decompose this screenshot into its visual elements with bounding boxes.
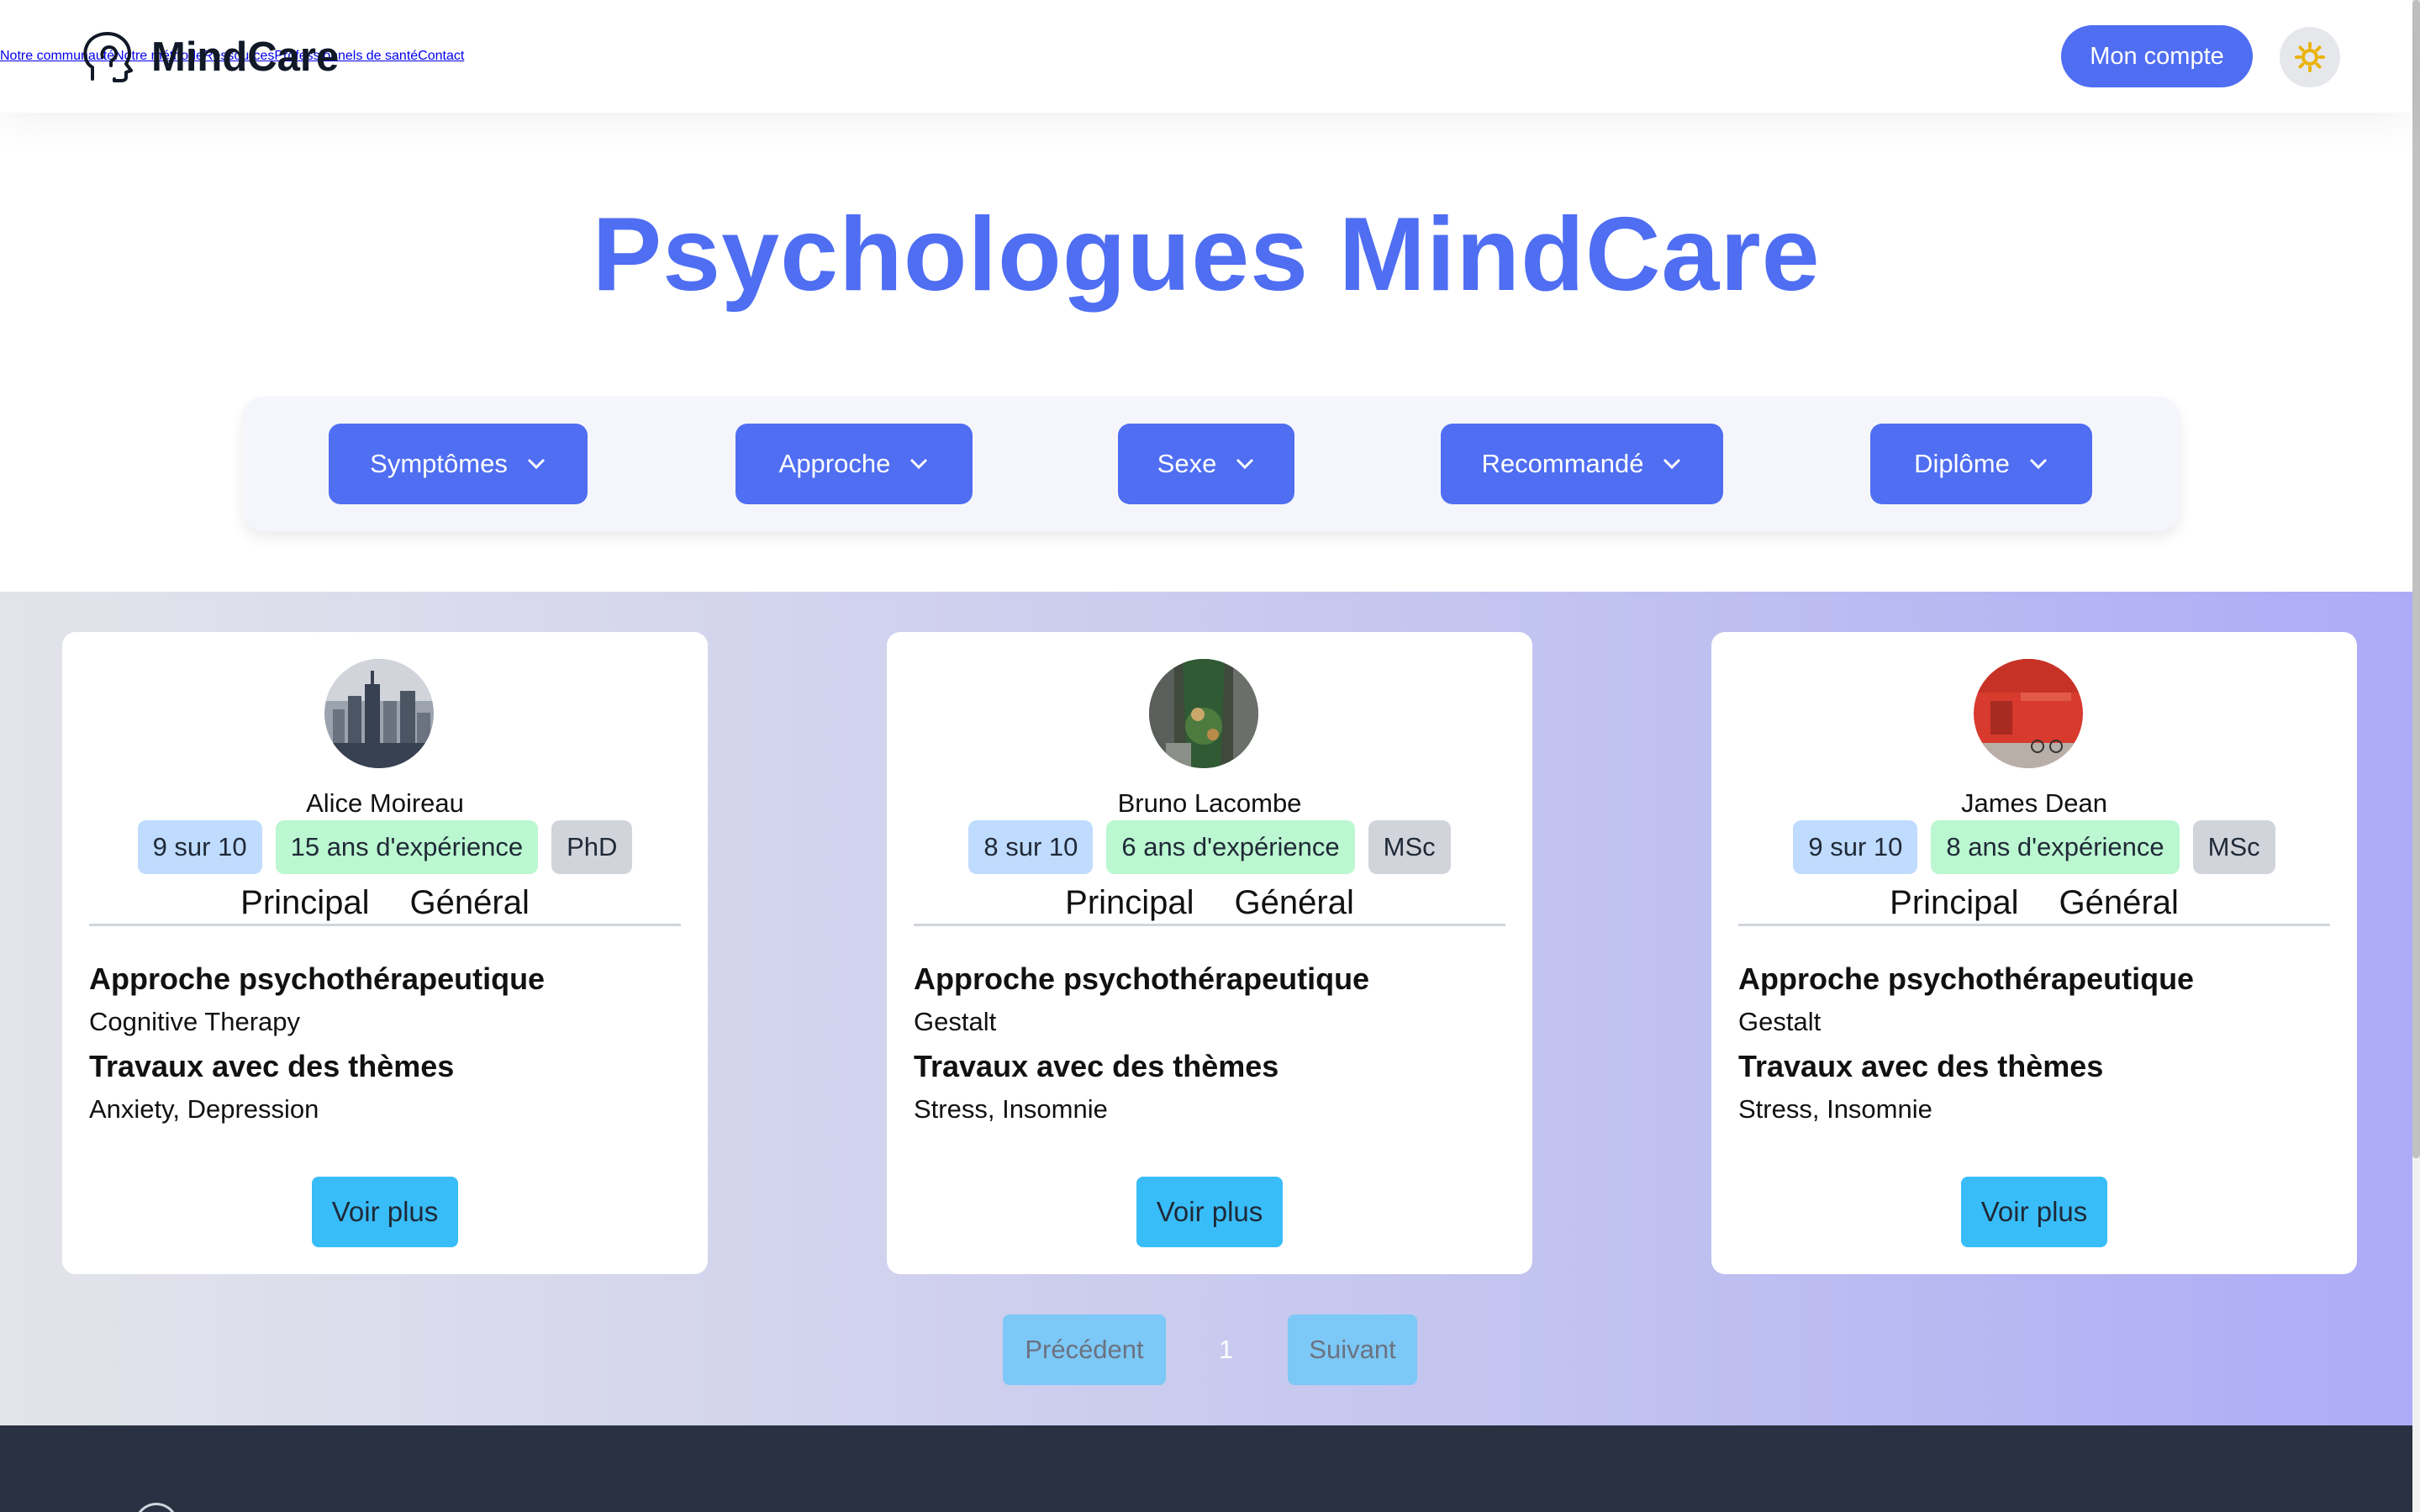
filter-sex-dropdown[interactable]: Sexe <box>1118 424 1294 504</box>
rating-badge: 9 sur 10 <box>1793 820 1918 874</box>
tag-row: 9 sur 10 8 ans d'expérience MSc <box>1711 820 2357 874</box>
themes-heading: Travaux avec des thèmes <box>1738 1049 2104 1083</box>
tab-general[interactable]: Général <box>410 884 530 924</box>
filter-bar: Symptômes Approche Sexe Recommandé Diplô… <box>242 397 2180 531</box>
rating-badge: 9 sur 10 <box>137 820 262 874</box>
approach-heading: Approche psychothérapeutique <box>1738 961 2195 996</box>
themes-value: Stress, Insomnie <box>914 1094 1108 1124</box>
psychologist-card: Bruno Lacombe 8 sur 10 6 ans d'expérienc… <box>887 632 1532 1274</box>
head-profile-icon <box>83 32 133 82</box>
next-page-button[interactable]: Suivant <box>1288 1314 1417 1385</box>
themes-heading: Travaux avec des thèmes <box>89 1049 455 1083</box>
see-more-button[interactable]: Voir plus <box>1961 1177 2107 1247</box>
filter-degree-dropdown[interactable]: Diplôme <box>1870 424 2092 504</box>
tab-general[interactable]: Général <box>2059 884 2179 924</box>
chevron-down-icon <box>527 458 545 470</box>
filter-symptoms-dropdown[interactable]: Symptômes <box>329 424 588 504</box>
see-more-button[interactable]: Voir plus <box>312 1177 458 1247</box>
chevron-down-icon <box>910 458 928 470</box>
chevron-down-icon <box>1236 458 1254 470</box>
psychologist-card: Alice Moireau 9 sur 10 15 ans d'expérien… <box>62 632 708 1274</box>
chevron-down-icon <box>2029 458 2047 470</box>
approach-heading: Approche psychothérapeutique <box>914 961 1370 996</box>
chevron-down-icon <box>1663 458 1681 470</box>
psychologist-list-section: Alice Moireau 9 sur 10 15 ans d'expérien… <box>0 592 2412 1425</box>
account-button[interactable]: Mon compte <box>2061 25 2253 87</box>
previous-page-button[interactable]: Précédent <box>1003 1314 1166 1385</box>
psychologist-name: James Dean <box>1960 788 2108 818</box>
card-tabs: Principal Général <box>1738 884 2330 926</box>
avatar <box>1974 659 2083 768</box>
filter-label: Diplôme <box>1914 449 2010 478</box>
approach-value: Gestalt <box>914 1007 997 1036</box>
tag-row: 8 sur 10 6 ans d'expérience MSc <box>887 820 1532 874</box>
psychologist-name: Alice Moireau <box>306 788 464 818</box>
degree-badge: MSc <box>2192 820 2275 874</box>
filter-label: Symptômes <box>370 449 508 478</box>
footer-logo-icon <box>134 1503 178 1512</box>
tag-row: 9 sur 10 15 ans d'expérience PhD <box>62 820 708 874</box>
card-tabs: Principal Général <box>89 884 681 926</box>
footer <box>0 1425 2412 1512</box>
top-navbar: MindCare Notre communauté Notre méthode … <box>0 0 2412 113</box>
brand-name: MindCare <box>151 34 340 80</box>
themes-value: Stress, Insomnie <box>1738 1094 1932 1124</box>
filter-label: Recommandé <box>1481 449 1644 478</box>
themes-heading: Travaux avec des thèmes <box>914 1049 1279 1083</box>
degree-badge: MSc <box>1368 820 1451 874</box>
tab-principal[interactable]: Principal <box>1065 884 1194 924</box>
avatar <box>1149 659 1258 768</box>
theme-toggle-button[interactable] <box>2280 27 2340 87</box>
experience-badge: 15 ans d'expérience <box>275 820 539 874</box>
filter-recommended-dropdown[interactable]: Recommandé <box>1441 424 1723 504</box>
tab-principal[interactable]: Principal <box>1890 884 2018 924</box>
tab-principal[interactable]: Principal <box>240 884 369 924</box>
degree-badge: PhD <box>551 820 633 874</box>
approach-heading: Approche psychothérapeutique <box>89 961 546 996</box>
experience-badge: 6 ans d'expérience <box>1106 820 1355 874</box>
filter-label: Approche <box>778 449 891 478</box>
approach-value: Cognitive Therapy <box>89 1007 301 1036</box>
approach-value: Gestalt <box>1738 1007 1822 1036</box>
filter-approach-dropdown[interactable]: Approche <box>735 424 973 504</box>
nav-link-contact[interactable]: Contact <box>418 49 464 64</box>
page-title: Psychologues MindCare <box>592 197 1821 313</box>
themes-value: Anxiety, Depression <box>89 1094 319 1124</box>
avatar <box>324 659 434 768</box>
rating-badge: 8 sur 10 <box>968 820 1094 874</box>
tab-general[interactable]: Général <box>1235 884 1354 924</box>
see-more-button[interactable]: Voir plus <box>1136 1177 1283 1247</box>
scrollbar-thumb[interactable] <box>2412 0 2420 1158</box>
card-tabs: Principal Général <box>914 884 1505 926</box>
page-scrollbar[interactable] <box>2412 0 2420 1512</box>
filter-label: Sexe <box>1157 449 1217 478</box>
psychologist-name: Bruno Lacombe <box>1117 788 1302 818</box>
sun-icon <box>2295 42 2325 72</box>
current-page-number[interactable]: 1 <box>1219 1335 1233 1365</box>
psychologist-card: James Dean 9 sur 10 8 ans d'expérience M… <box>1711 632 2357 1274</box>
experience-badge: 8 ans d'expérience <box>1931 820 2180 874</box>
brand-logo[interactable]: MindCare <box>81 30 339 84</box>
